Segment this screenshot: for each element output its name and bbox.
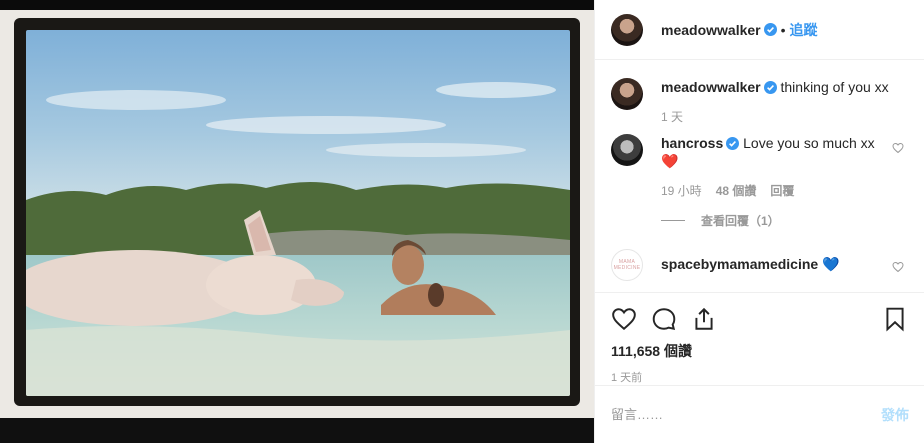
separator-dot: • xyxy=(780,21,786,38)
author-username[interactable]: meadowwalker xyxy=(661,22,761,38)
post-details-panel: meadowwalker • 追蹤 meadowwalker thinking … xyxy=(594,0,924,443)
caption-text: thinking of you xx xyxy=(780,79,889,95)
blue-heart-emoji: 💙 xyxy=(822,256,840,272)
like-count[interactable]: 111,658 個讚 xyxy=(611,341,908,361)
comment-item: MAMA MEDICINE spacebymamamedicine 💙 xyxy=(611,249,908,281)
comment-time[interactable]: 19 小時 xyxy=(661,182,702,200)
comments-list[interactable]: meadowwalker thinking of you xx 1 天 hanc… xyxy=(595,60,924,292)
photo-bottom-strip xyxy=(0,418,594,443)
caption-username[interactable]: meadowwalker xyxy=(661,79,761,95)
comment-likes[interactable]: 48 個讚 xyxy=(716,182,757,200)
verified-badge-icon xyxy=(763,81,777,94)
photo-image xyxy=(26,30,570,396)
caption: meadowwalker thinking of you xx 1 天 xyxy=(611,78,908,134)
verified-badge-icon xyxy=(763,23,777,36)
avatar[interactable] xyxy=(611,78,643,110)
share-icon[interactable] xyxy=(691,306,717,332)
comment-icon[interactable] xyxy=(651,306,677,332)
photo-scene xyxy=(26,30,570,396)
red-heart-emoji: ❤️ xyxy=(661,153,679,169)
view-replies-button[interactable]: 查看回覆（1） xyxy=(661,212,908,229)
verified-badge-icon xyxy=(726,137,740,150)
comment-username[interactable]: hancross xyxy=(661,135,723,151)
comment-username[interactable]: spacebymamamedicine xyxy=(661,256,818,272)
avatar[interactable] xyxy=(611,134,643,166)
view-replies-label: 查看回覆（1） xyxy=(701,214,780,228)
comment-item: hancross Love you so much xx ❤️ 19 小時 48… xyxy=(611,134,908,208)
follow-button[interactable]: 追蹤 xyxy=(790,20,818,40)
divider xyxy=(661,220,685,221)
avatar[interactable]: MAMA MEDICINE xyxy=(611,249,643,281)
comment-input[interactable] xyxy=(611,407,881,422)
heart-icon[interactable] xyxy=(611,306,637,332)
comment-text: Love you so much xx xyxy=(743,135,875,151)
bookmark-icon[interactable] xyxy=(882,306,908,332)
post-comment-button[interactable]: 發佈 xyxy=(881,405,909,425)
heart-icon[interactable] xyxy=(892,142,904,154)
post-timestamp[interactable]: 1 天前 xyxy=(611,369,908,385)
post-photo[interactable] xyxy=(0,0,594,443)
add-comment-bar: 發佈 xyxy=(595,385,924,443)
heart-icon[interactable] xyxy=(892,261,904,273)
avatar[interactable] xyxy=(611,13,643,46)
caption-time[interactable]: 1 天 xyxy=(661,108,683,126)
post-header: meadowwalker • 追蹤 xyxy=(595,0,924,60)
avatar-logo-text: MAMA MEDICINE xyxy=(613,259,641,271)
reply-button[interactable]: 回覆 xyxy=(770,182,794,200)
